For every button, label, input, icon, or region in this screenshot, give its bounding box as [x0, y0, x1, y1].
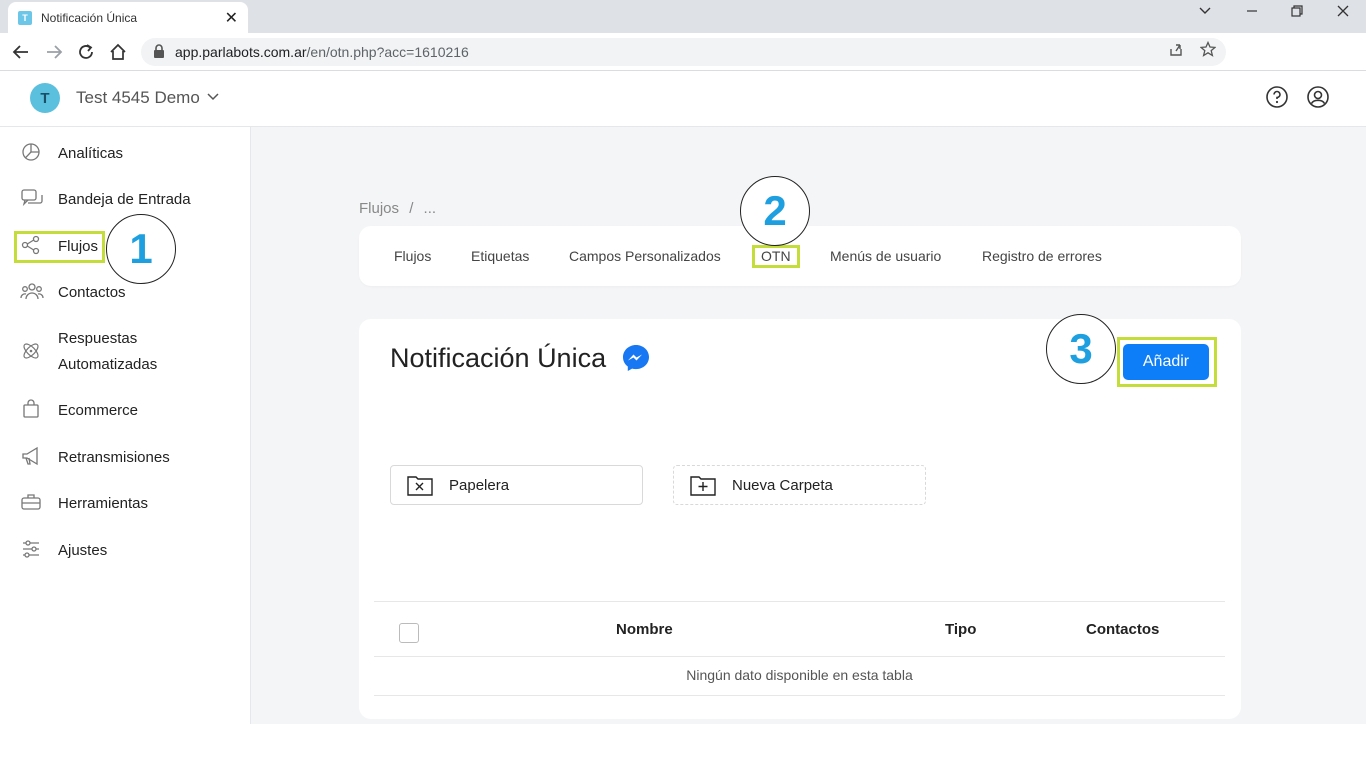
- tab-menus-usuario[interactable]: Menús de usuario: [830, 248, 941, 264]
- workspace-name[interactable]: Test 4545 Demo: [76, 88, 200, 108]
- messenger-icon: [621, 343, 651, 373]
- add-button[interactable]: Añadir: [1123, 344, 1209, 380]
- users-icon: [20, 280, 46, 302]
- trash-folder-icon: [406, 473, 434, 497]
- sidebar-item-ajustes[interactable]: Ajustes: [20, 538, 107, 564]
- breadcrumb-root[interactable]: Flujos: [359, 200, 399, 217]
- select-all-checkbox[interactable]: [399, 623, 419, 643]
- sidebar-item-ecommerce[interactable]: Ecommerce: [20, 398, 138, 424]
- home-icon[interactable]: [107, 41, 129, 63]
- sidebar-item-herramientas[interactable]: Herramientas: [20, 491, 148, 517]
- tab-favicon: T: [18, 10, 32, 25]
- folder-label: Papelera: [449, 476, 510, 494]
- forward-icon[interactable]: [43, 41, 65, 63]
- sidebar-item-label: Ajustes: [58, 542, 108, 559]
- address-bar[interactable]: app.parlabots.com.ar/en/otn.php?acc=1610…: [141, 38, 1226, 66]
- tab-flujos[interactable]: Flujos: [394, 248, 431, 264]
- sidebar-item-label-line2: Automatizadas: [58, 356, 158, 373]
- shopping-bag-icon: [20, 398, 46, 420]
- folder-label: Nueva Carpeta: [732, 476, 833, 494]
- sidebar-item-retransmisiones[interactable]: Retransmisiones: [20, 445, 170, 471]
- otn-table: Nombre Tipo Contactos Ningún dato dispon…: [374, 601, 1225, 696]
- tab-title: Notificación Única: [41, 10, 138, 25]
- folder-papelera[interactable]: Papelera: [390, 465, 643, 505]
- sidebar-item-label: Flujos: [58, 238, 99, 255]
- megaphone-icon: [20, 445, 46, 467]
- toolbox-icon: [20, 491, 46, 513]
- browser-tab[interactable]: T Notificación Única ✕: [8, 2, 248, 33]
- sidebar-item-bandeja[interactable]: Bandeja de Entrada: [20, 187, 191, 213]
- share-nodes-icon: [20, 234, 46, 256]
- folder-nueva-carpeta[interactable]: Nueva Carpeta: [673, 465, 926, 505]
- sidebar-item-label: Contactos: [58, 284, 126, 301]
- breadcrumb-separator: /: [409, 200, 414, 217]
- share-icon[interactable]: [1165, 38, 1187, 60]
- sidebar-item-flujos[interactable]: Flujos: [20, 234, 98, 260]
- tab-etiquetas[interactable]: Etiquetas: [471, 248, 529, 264]
- sidebar-item-label: Ecommerce: [58, 402, 139, 419]
- bookmark-star-icon[interactable]: [1197, 38, 1219, 60]
- back-icon[interactable]: [10, 41, 32, 63]
- sidebar-item-label: Analíticas: [58, 145, 124, 162]
- sidebar-item-contactos[interactable]: Contactos: [20, 280, 126, 306]
- close-window-icon[interactable]: [1336, 4, 1350, 21]
- chat-bubbles-icon: [20, 187, 46, 209]
- column-header-nombre[interactable]: Nombre: [616, 621, 673, 638]
- app-header: T Test 4545 Demo: [0, 71, 1366, 127]
- tab-registro-errores[interactable]: Registro de errores: [982, 248, 1102, 264]
- workspace-avatar[interactable]: T: [30, 83, 60, 113]
- tab-otn[interactable]: OTN: [761, 248, 791, 264]
- sidebar-item-label: Respuestas Automatizadas: [58, 326, 157, 378]
- sidebar-item-label: Herramientas: [58, 495, 149, 512]
- chevron-down-icon[interactable]: [206, 89, 220, 108]
- sidebar-item-label: Retransmisiones: [58, 449, 170, 466]
- step-marker-2: 2: [740, 176, 810, 246]
- breadcrumb-current: ...: [423, 200, 437, 217]
- pie-chart-icon: [20, 141, 46, 163]
- close-tab-icon[interactable]: ✕: [225, 8, 238, 28]
- column-header-contactos[interactable]: Contactos: [1086, 621, 1159, 638]
- step-marker-1: 1: [106, 214, 176, 284]
- url-path: /en/otn.php?acc=1610216: [306, 44, 469, 60]
- lock-icon: [153, 43, 169, 61]
- atom-icon: [20, 340, 46, 362]
- table-empty-message: Ningún dato disponible en esta tabla: [374, 657, 1225, 696]
- column-header-tipo[interactable]: Tipo: [945, 621, 976, 638]
- otn-card: Notificación Única Añadir Papelera Nueva…: [359, 319, 1241, 719]
- table-header: Nombre Tipo Contactos: [374, 601, 1225, 657]
- sliders-icon: [20, 538, 46, 560]
- sidebar-item-label: Bandeja de Entrada: [58, 191, 191, 208]
- help-icon[interactable]: [1265, 85, 1289, 109]
- minimize-icon[interactable]: [1245, 4, 1259, 21]
- step-marker-3: 3: [1046, 314, 1116, 384]
- breadcrumb: Flujos / ...: [359, 200, 436, 217]
- sidebar-item-label-line1: Respuestas: [58, 330, 138, 347]
- url-domain: app.parlabots.com.ar: [175, 44, 307, 60]
- tab-campos-personalizados[interactable]: Campos Personalizados: [569, 248, 721, 264]
- restore-icon[interactable]: [1290, 4, 1304, 21]
- new-folder-icon: [689, 473, 717, 497]
- sidebar-item-analiticas[interactable]: Analíticas: [20, 141, 123, 167]
- reload-icon[interactable]: [75, 41, 97, 63]
- sidebar-item-respuestas[interactable]: Respuestas Automatizadas: [20, 326, 157, 378]
- browser-toolbar: app.parlabots.com.ar/en/otn.php?acc=1610…: [0, 33, 1366, 71]
- tab-search-chevron-icon[interactable]: [1198, 4, 1212, 21]
- page-title: Notificación Única: [390, 343, 607, 373]
- user-account-icon[interactable]: [1306, 85, 1330, 109]
- browser-tab-bar: T Notificación Única ✕: [0, 0, 1366, 33]
